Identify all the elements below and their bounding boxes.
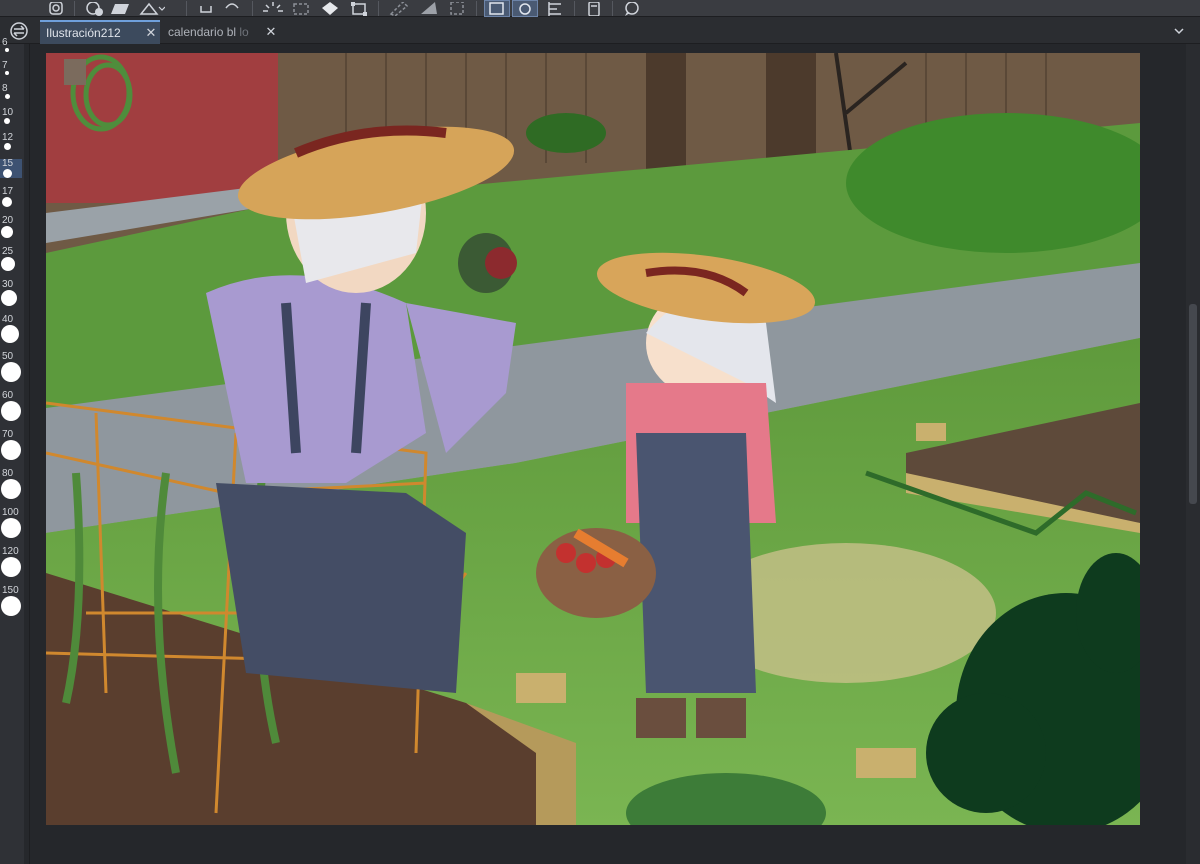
brush-dot-icon [1, 362, 21, 382]
brush-size-10[interactable]: 10 [0, 108, 22, 124]
brush-dot-icon [1, 518, 21, 538]
transform-icon[interactable] [348, 0, 370, 17]
brush-dot-icon [1, 440, 21, 460]
brush-dot-icon [2, 197, 12, 207]
brush-size-label: 50 [2, 351, 14, 362]
brush-size-80[interactable]: 80 [0, 469, 22, 499]
brush-size-label: 7 [2, 60, 8, 71]
close-icon[interactable]: ✕ [262, 24, 280, 40]
lasso-icon[interactable] [512, 0, 538, 17]
gardening-illustration [46, 53, 1140, 825]
brush-dot-icon [2, 169, 12, 178]
brush-dot-icon [5, 48, 9, 52]
brush-size-label: 20 [2, 215, 14, 226]
brush-dot-icon [1, 479, 21, 499]
align-icon[interactable] [544, 0, 566, 17]
illustration-canvas[interactable] [46, 53, 1140, 825]
brush-size-15[interactable]: 15 [0, 159, 22, 178]
brush-size-40[interactable]: 40 [0, 315, 22, 343]
brush-size-50[interactable]: 50 [0, 352, 22, 382]
brush-size-120[interactable]: 120 [0, 547, 22, 577]
sign [516, 673, 566, 703]
brush-size-label: 100 [2, 507, 19, 518]
brush-dot-icon [1, 257, 15, 271]
scrollbar-thumb[interactable] [1189, 304, 1197, 504]
brush-size-label: 12 [2, 132, 14, 143]
undo-icon[interactable] [196, 0, 216, 17]
document-tab-bar: Ilustración212 ✕ calendario bl lo ✕ [0, 18, 1200, 44]
canvas-scrollbar[interactable] [1186, 44, 1200, 864]
brush-size-60[interactable]: 60 [0, 391, 22, 421]
brush-size-label: 8 [2, 83, 8, 94]
brush-dot-icon [4, 118, 10, 124]
brush-size-label: 40 [2, 314, 14, 325]
brush-size-label: 60 [2, 390, 14, 401]
brush-dot-icon [1, 596, 21, 616]
canvas-workspace[interactable] [30, 44, 1200, 864]
brush-size-label: 120 [2, 546, 19, 557]
brush-size-6[interactable]: 6 [0, 38, 22, 52]
tab-ilustracion212[interactable]: Ilustración212 ✕ [40, 20, 160, 44]
brush-size-8[interactable]: 8 [0, 84, 22, 99]
tab-label: calendario bl lo [168, 25, 249, 39]
spark-icon[interactable] [262, 0, 284, 17]
brush-size-label: 17 [2, 186, 14, 197]
brush-dot-icon [5, 71, 9, 75]
brush-size-label: 6 [2, 37, 8, 48]
brush-size-17[interactable]: 17 [0, 187, 22, 207]
brush-size-7[interactable]: 7 [0, 61, 22, 75]
brush-dot-icon [1, 325, 19, 343]
brush-size-70[interactable]: 70 [0, 430, 22, 460]
brush-dot-icon [3, 143, 11, 150]
brush-dot-icon [1, 226, 13, 238]
select-icon[interactable] [290, 0, 312, 17]
new-layer-icon[interactable] [84, 0, 106, 17]
brush-size-label: 25 [2, 246, 14, 257]
palette-scrollbar[interactable] [24, 44, 29, 864]
brush-size-20[interactable]: 20 [0, 216, 22, 238]
brush-icon[interactable] [418, 0, 440, 17]
eraser-icon[interactable] [388, 0, 410, 17]
brush-size-label: 80 [2, 468, 14, 479]
brush-size-label: 70 [2, 429, 14, 440]
brush-dot-icon [1, 401, 21, 421]
brush-size-30[interactable]: 30 [0, 280, 22, 306]
redo-icon[interactable] [222, 0, 242, 17]
tab-label: Ilustración212 [46, 26, 121, 40]
brush-dot-icon [1, 290, 17, 306]
lasso-icon[interactable] [484, 0, 510, 17]
shape-icon[interactable] [318, 0, 342, 17]
clip-studio-window: Ilustración212 ✕ calendario bl lo ✕ 6 7 8 1… [0, 0, 1200, 864]
brush-size-label: 30 [2, 279, 14, 290]
chevron-down-icon[interactable] [1174, 26, 1184, 36]
ruler-snap-icon[interactable] [446, 0, 468, 17]
tab-calendario[interactable]: calendario bl lo ✕ [162, 20, 280, 44]
brush-size-label: 150 [2, 585, 19, 596]
instagram-icon[interactable] [46, 0, 66, 17]
brush-size-palette: 6 7 8 10 12 15 17 20 25 30 40 50 60 70 80 100 120 150 [0, 38, 30, 864]
close-icon[interactable]: ✕ [142, 25, 160, 41]
brush-dot-icon [1, 557, 21, 577]
brush-dot-icon [4, 94, 10, 99]
command-bar [0, 0, 1200, 17]
brush-size-12[interactable]: 12 [0, 133, 22, 150]
feedback-icon[interactable] [622, 0, 642, 17]
faucet [64, 59, 86, 85]
brush-size-label: 15 [2, 158, 14, 169]
brush-size-150[interactable]: 150 [0, 586, 22, 616]
brush-size-100[interactable]: 100 [0, 508, 22, 538]
brush-size-label: 10 [2, 107, 14, 118]
brush-size-25[interactable]: 25 [0, 247, 22, 271]
device-icon[interactable] [584, 0, 604, 17]
fill-icon[interactable] [136, 0, 166, 17]
folder-icon[interactable] [108, 0, 132, 17]
